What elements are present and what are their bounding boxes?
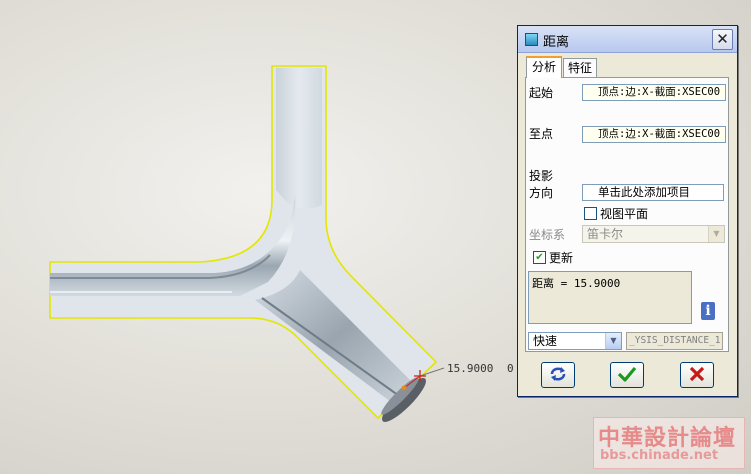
to-field[interactable]: 顶点:边:X-截面:XSEC00	[582, 126, 726, 143]
result-text: 距离 = 15.9000	[532, 277, 621, 290]
check-icon	[617, 366, 637, 382]
coord-system-select: 笛卡尔 ▼	[582, 225, 725, 243]
analysis-name-field[interactable]: _YSIS_DISTANCE_1	[626, 332, 723, 350]
repeat-button[interactable]	[541, 362, 575, 388]
from-field[interactable]: 顶点:边:X-截面:XSEC00	[582, 84, 726, 101]
direction-label: 方向	[529, 186, 554, 200]
chevron-down-icon: ▼	[708, 226, 724, 242]
x-icon	[689, 366, 705, 382]
repeat-icon	[550, 367, 566, 381]
analysis-panel: 起始 顶点:边:X-截面:XSEC00 至点 顶点:边:X-截面:XSEC00 …	[525, 77, 729, 352]
watermark: 中華設計論壇 bbs.chinade.net	[593, 417, 745, 469]
view-plane-label: 视图平面	[600, 207, 649, 221]
projection-label: 投影	[529, 169, 554, 183]
from-label: 起始	[529, 86, 554, 100]
window-icon	[525, 33, 538, 46]
coord-system-label: 坐标系	[529, 228, 566, 242]
dimension-suffix: 0	[507, 362, 514, 375]
coord-system-value: 笛卡尔	[587, 227, 624, 241]
update-checkbox[interactable]: ✔	[533, 251, 546, 264]
close-button[interactable]: ✕	[712, 29, 733, 50]
dialog-title: 距离	[543, 35, 570, 50]
ok-button[interactable]	[610, 362, 644, 388]
to-label: 至点	[529, 127, 554, 141]
tab-analysis[interactable]: 分析	[526, 56, 562, 78]
distance-dialog: 距离 ✕ 分析 特征 起始 顶点:边:X-截面:XSEC00 至点 顶点:边:X…	[517, 25, 738, 397]
result-text-area: 距离 = 15.9000	[528, 271, 692, 324]
dialog-titlebar[interactable]: 距离 ✕	[518, 26, 737, 53]
view-plane-checkbox[interactable]	[584, 207, 597, 220]
chevron-down-icon: ▼	[605, 333, 621, 349]
direction-field[interactable]: 单击此处添加项目	[582, 184, 724, 201]
close-icon: ✕	[716, 30, 729, 48]
mode-select[interactable]: 快速 ▼	[528, 332, 622, 350]
info-icon[interactable]: i	[701, 302, 715, 320]
dimension-value: 15.9000	[447, 362, 494, 375]
update-label: 更新	[549, 251, 574, 265]
mode-value: 快速	[533, 334, 558, 348]
watermark-url: bbs.chinade.net	[600, 448, 719, 463]
tab-feature[interactable]: 特征	[563, 58, 597, 78]
cancel-button[interactable]	[680, 362, 714, 388]
